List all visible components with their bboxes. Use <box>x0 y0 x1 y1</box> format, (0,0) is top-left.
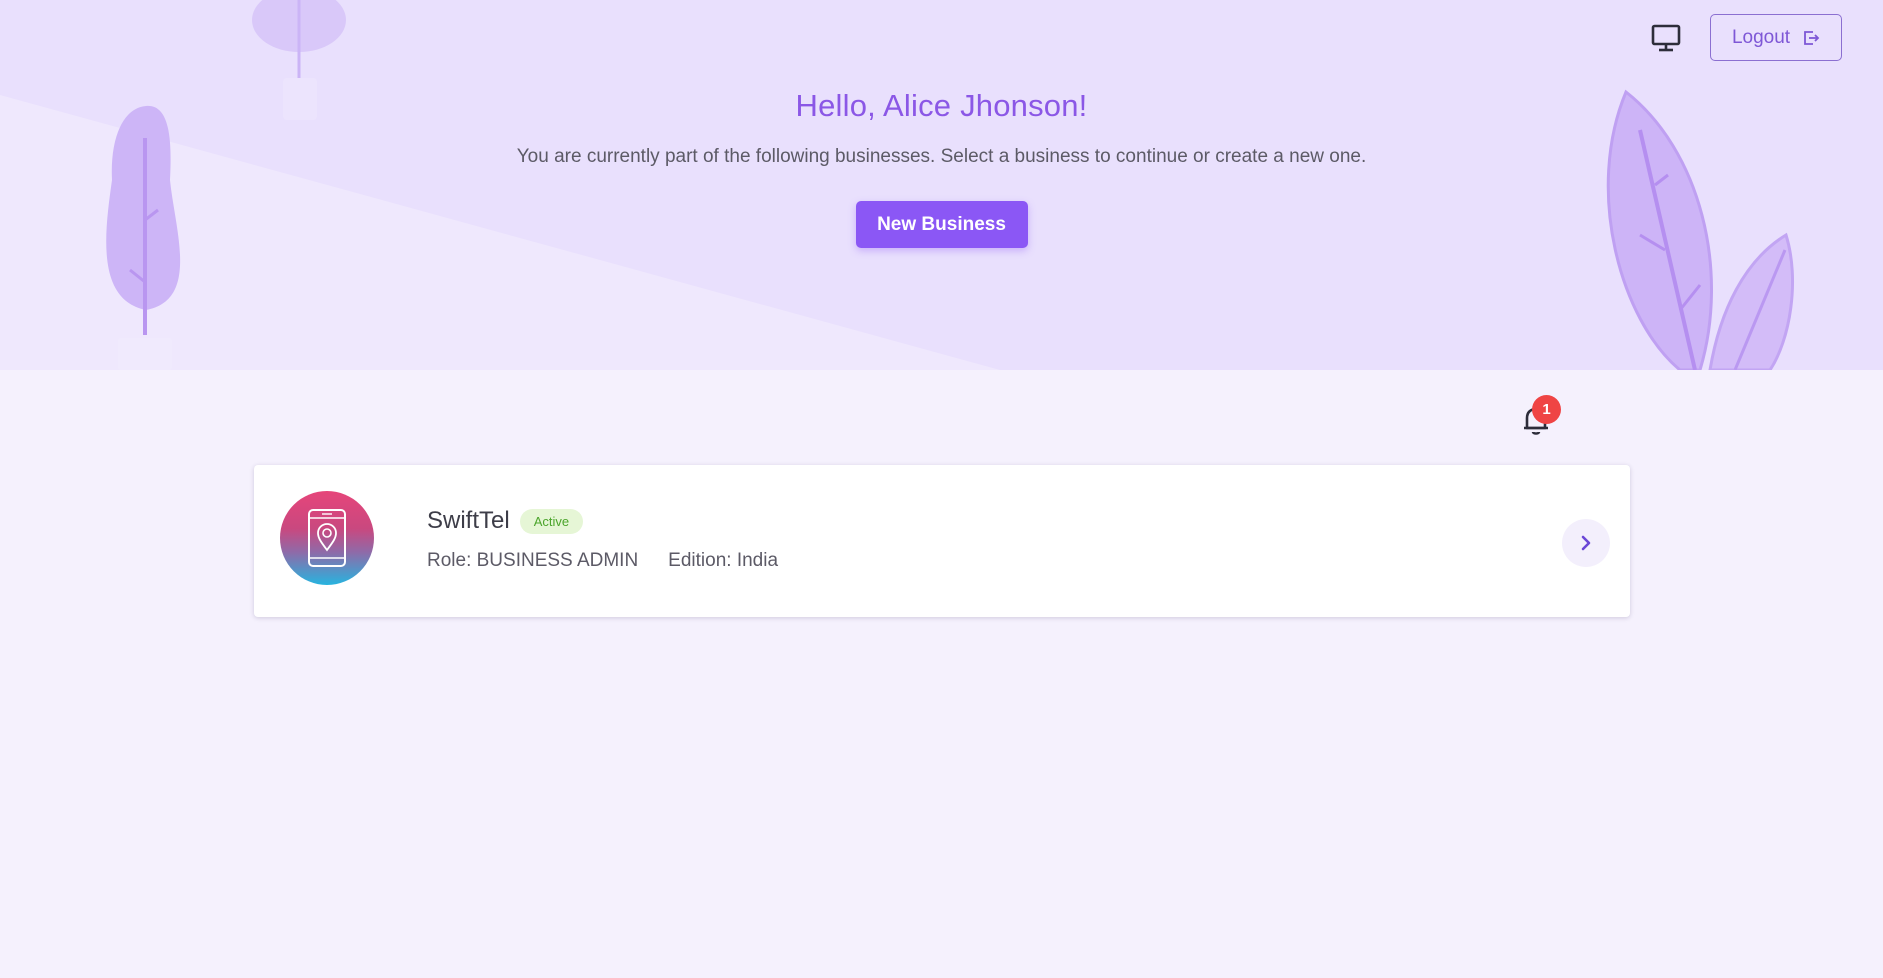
greeting-subtitle: You are currently part of the following … <box>516 146 1367 167</box>
business-card[interactable]: SwiftTel Active Role: BUSINESS ADMIN Edi… <box>254 465 1630 617</box>
phone-location-icon <box>308 509 346 567</box>
open-business-button[interactable] <box>1562 519 1610 567</box>
greeting-title: Hello, Alice Jhonson! <box>795 88 1088 123</box>
business-name-row: SwiftTel Active <box>427 507 584 535</box>
business-meta: Role: BUSINESS ADMIN Edition: India <box>427 550 778 572</box>
business-role: Role: BUSINESS ADMIN <box>427 550 639 571</box>
notification-count-badge: 1 <box>1532 395 1561 424</box>
business-logo <box>280 491 374 585</box>
logout-button[interactable]: Logout <box>1710 14 1842 61</box>
business-edition: Edition: India <box>668 550 779 571</box>
hero-content: Hello, Alice Jhonson! You are currently … <box>0 88 1883 248</box>
hero-banner: Hello, Alice Jhonson! You are currently … <box>0 0 1883 370</box>
business-name: SwiftTel <box>427 507 510 534</box>
new-business-button[interactable]: New Business <box>855 201 1028 248</box>
status-badge: Active <box>519 508 584 534</box>
chevron-right-icon <box>1581 535 1591 551</box>
logout-icon <box>1804 30 1820 45</box>
monitor-icon[interactable] <box>1650 24 1682 52</box>
logout-label: Logout <box>1731 26 1791 48</box>
